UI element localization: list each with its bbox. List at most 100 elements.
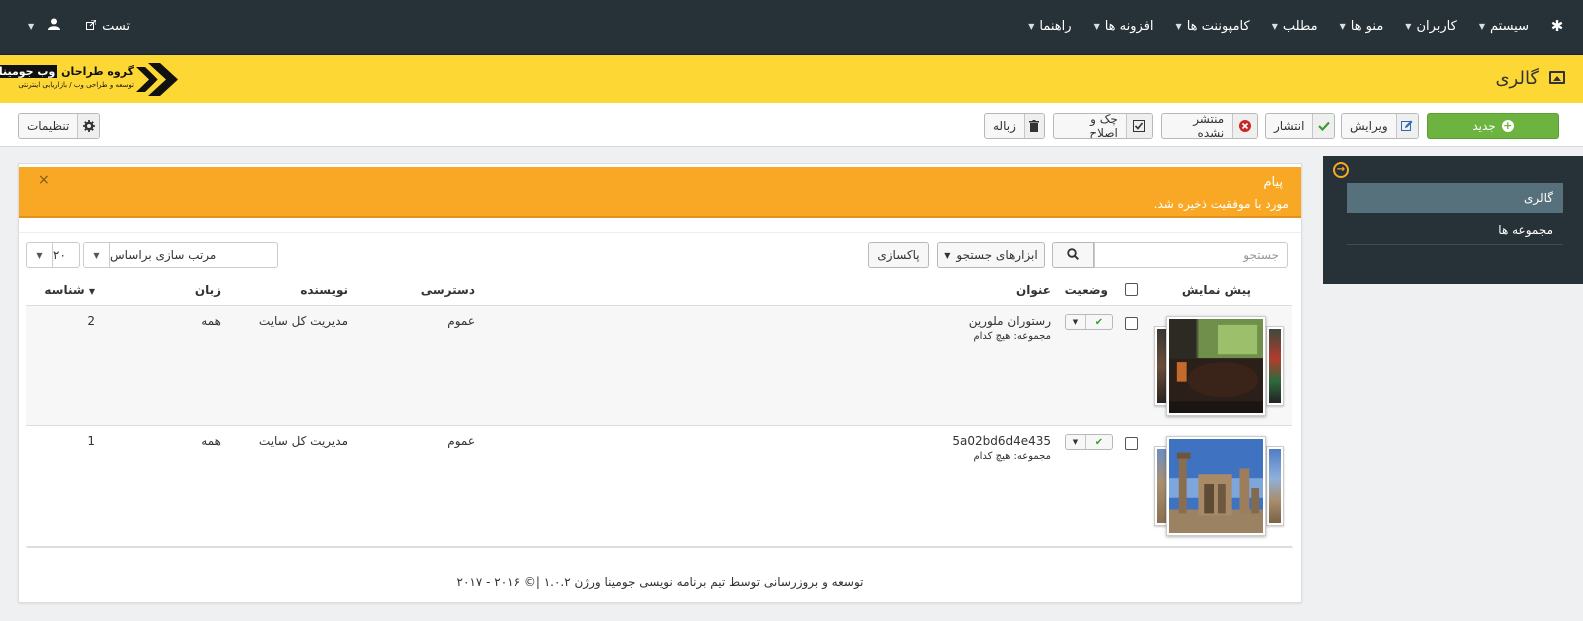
item-access: عموم (447, 434, 475, 448)
search-placeholder: جستجو (1243, 248, 1279, 262)
menu-users[interactable]: کاربران ▼ (1405, 19, 1457, 34)
caret-down-icon: ▼ (944, 250, 951, 260)
column-language[interactable]: زبان (195, 283, 221, 297)
brand-logo[interactable]: گروه طراحان وب جومینا توسعه و طراحی وب /… (0, 62, 180, 97)
clear-button[interactable]: پاکسازی (868, 242, 929, 268)
caret-down-icon: ▼ (84, 243, 110, 267)
row-checkbox[interactable] (1125, 437, 1138, 450)
clear-button-label: پاکسازی (877, 248, 920, 262)
new-button-label: جدید (1472, 119, 1496, 133)
trash-icon (1023, 114, 1044, 138)
column-preview: پیش نمایش (1181, 283, 1251, 297)
publish-button[interactable]: انتشار (1265, 113, 1335, 139)
unpublish-button[interactable]: منتشر نشده (1161, 113, 1258, 139)
brand-tagline: توسعه و طراحی وب / بازاریابی اینترنتی (18, 81, 134, 89)
options-button-label: تنظیمات (27, 119, 70, 133)
item-title-link[interactable]: رستوران ملورین (969, 314, 1051, 328)
menu-label: راهنما (1039, 18, 1072, 34)
thumbnail-stack[interactable] (1154, 436, 1284, 536)
checkin-button[interactable]: چک و اصلاح (1053, 113, 1153, 139)
joomla-logo-icon[interactable]: ✱ (1549, 18, 1565, 34)
new-button[interactable]: + جدید (1427, 113, 1559, 139)
menu-system[interactable]: سیستم ▼ (1479, 19, 1529, 34)
edit-button-label: ویرایش (1350, 119, 1388, 133)
thumbnail-back (1266, 326, 1284, 406)
table-header: پیش نمایش وضعیت عنوان دسترسی نویسنده زبا… (26, 279, 1292, 305)
edit-button[interactable]: ویرایش (1341, 113, 1419, 139)
checkin-button-label: چک و اصلاح (1089, 113, 1118, 139)
trash-button[interactable]: زباله (984, 113, 1045, 139)
restaurant-thumbnail (1166, 316, 1266, 416)
status-toggle[interactable]: ▼ ✔ (1065, 434, 1113, 450)
publish-button-label: انتشار (1274, 119, 1305, 133)
item-language: همه (201, 314, 221, 328)
item-title-link[interactable]: 5a02bd6d4e435 (952, 434, 1051, 448)
sidebar-item-label: مجموعه ها (1498, 222, 1553, 237)
success-alert: × پیام مورد با موفقیت ذخیره شد. (19, 167, 1301, 218)
brand-chevron-icon (136, 63, 178, 96)
menu-menus[interactable]: منو ها ▼ (1340, 19, 1384, 34)
site-link-label: تست (102, 18, 131, 34)
close-icon[interactable]: × (38, 172, 50, 188)
published-check-icon[interactable]: ✔ (1086, 315, 1112, 329)
ruins-thumbnail (1166, 436, 1266, 536)
toolbar: + جدید ویرایش انتشار منتشر نشده چک و اصل… (0, 103, 1583, 147)
edit-icon (1395, 114, 1418, 138)
menu-label: مطلب (1282, 18, 1318, 34)
column-access[interactable]: دسترسی (421, 283, 475, 297)
caret-icon: ▼ (1339, 21, 1346, 31)
limit-select[interactable]: ▼ ۲۰ (26, 242, 80, 268)
caret-down-icon: ▼ (27, 243, 53, 267)
user-icon[interactable] (48, 18, 61, 34)
brand-name-part: گروه طراحان (61, 65, 134, 78)
menu-label: منو ها (1350, 18, 1384, 34)
sidebar-toggle-icon[interactable]: → (1333, 162, 1349, 178)
item-author: مدیریت کل سایت (258, 434, 348, 448)
options-button[interactable]: تنظیمات (18, 113, 100, 139)
item-author: مدیریت کل سایت (258, 314, 348, 328)
check-icon (1312, 114, 1334, 138)
column-id-label: شناسه (44, 283, 85, 297)
column-id[interactable]: شناسه ▼ (44, 283, 95, 297)
menu-extensions[interactable]: افزونه ها ▼ (1094, 19, 1154, 34)
main-menu: ✱ سیستم ▼ کاربران ▼ منو ها ▼ مطلب ▼ کامپوننت… (1006, 0, 1565, 52)
column-status[interactable]: وضعیت (1065, 283, 1108, 297)
menu-label: کامپوننت ها (1186, 18, 1250, 34)
search-tools-button[interactable]: ابزارهای جستجو ▼ (937, 242, 1045, 268)
alert-message: مورد با موفقیت ذخیره شد. (1153, 197, 1289, 211)
thumbnail-stack[interactable] (1154, 316, 1284, 416)
caret-down-icon[interactable]: ▼ (1066, 315, 1086, 329)
search-button[interactable] (1052, 242, 1094, 268)
column-title[interactable]: عنوان (1016, 283, 1051, 297)
search-icon (1067, 247, 1080, 263)
user-caret-icon[interactable]: ▼ (28, 22, 34, 31)
checkbox-icon (1125, 114, 1152, 138)
page-header: گالری گروه طراحان وب جومینا توسعه و طراح… (0, 55, 1583, 103)
divider (19, 232, 1301, 233)
menu-help[interactable]: راهنما ▼ (1028, 19, 1071, 34)
menu-label: افزونه ها (1104, 18, 1154, 34)
search-input[interactable]: جستجو (1094, 242, 1288, 268)
brand-name-highlight: وب جومینا (0, 65, 58, 78)
item-collection: مجموعه: هیچ کدام (973, 451, 1051, 462)
sidebar-item-gallery[interactable]: گالری (1347, 183, 1563, 213)
caret-icon: ▼ (1093, 21, 1100, 31)
status-toggle[interactable]: ▼ ✔ (1065, 314, 1113, 330)
caret-down-icon[interactable]: ▼ (1066, 435, 1086, 449)
view-site-link[interactable]: تست (86, 19, 130, 34)
unpublish-button-label: منتشر نشده (1193, 113, 1225, 139)
column-author[interactable]: نویسنده (300, 283, 348, 297)
row-checkbox[interactable] (1125, 317, 1138, 330)
menu-label: کاربران (1416, 18, 1457, 34)
item-language: همه (201, 434, 221, 448)
published-check-icon[interactable]: ✔ (1086, 435, 1112, 449)
menu-content[interactable]: مطلب ▼ (1272, 19, 1318, 34)
menu-components[interactable]: کامپوننت ها ▼ (1176, 19, 1250, 34)
footer-text: توسعه و بروزرسانی توسط تیم برنامه نویسی … (456, 575, 864, 589)
ordering-select[interactable]: ▼ مرتب سازی براساس (83, 242, 278, 268)
trash-button-label: زباله (993, 119, 1016, 133)
sidebar-item-collections[interactable]: مجموعه ها (1347, 215, 1563, 245)
external-link-icon (86, 19, 97, 34)
sort-caret-icon: ▼ (88, 287, 95, 296)
select-all-checkbox[interactable] (1125, 283, 1138, 296)
